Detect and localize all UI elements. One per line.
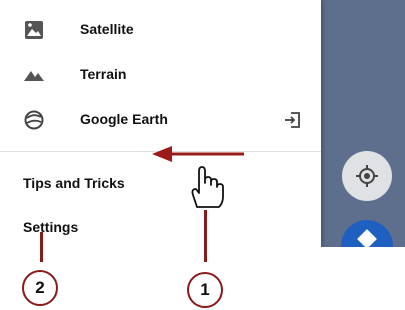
phone-screen: Satellite Terrain Google Earth Tips and … — [0, 0, 405, 247]
swipe-left-arrow — [152, 146, 244, 162]
menu-item-label: Google Earth — [80, 111, 168, 127]
callout-2-leader — [40, 232, 43, 262]
menu-item-label: Settings — [23, 219, 79, 235]
menu-item-google-earth[interactable]: Google Earth — [0, 99, 321, 139]
map-view[interactable] — [321, 0, 405, 247]
menu-item-label: Satellite — [80, 21, 134, 37]
callout-number: 2 — [35, 278, 45, 297]
satellite-icon — [25, 21, 43, 39]
menu-item-label: Terrain — [80, 66, 127, 82]
callout-badge-1: 1 — [187, 272, 223, 308]
callout-1-leader — [204, 210, 207, 262]
callout-badge-2: 2 — [22, 270, 58, 306]
menu-item-label: Tips and Tricks — [23, 175, 125, 191]
menu-item-tips-and-tricks[interactable]: Tips and Tricks — [0, 163, 321, 203]
directions-icon — [357, 229, 377, 247]
hand-swipe-icon — [191, 166, 224, 208]
directions-button[interactable] — [341, 220, 393, 247]
menu-item-settings[interactable]: Settings — [0, 207, 321, 247]
callout-number: 1 — [200, 280, 210, 299]
menu-item-satellite[interactable]: Satellite — [0, 9, 321, 49]
menu-item-terrain[interactable]: Terrain — [0, 54, 321, 94]
my-location-button[interactable] — [342, 151, 392, 201]
location-target-icon — [356, 165, 378, 187]
navigation-drawer: Satellite Terrain Google Earth Tips and … — [0, 0, 321, 247]
open-external-icon[interactable] — [283, 110, 303, 130]
google-earth-icon — [24, 110, 44, 130]
terrain-icon — [24, 71, 44, 81]
